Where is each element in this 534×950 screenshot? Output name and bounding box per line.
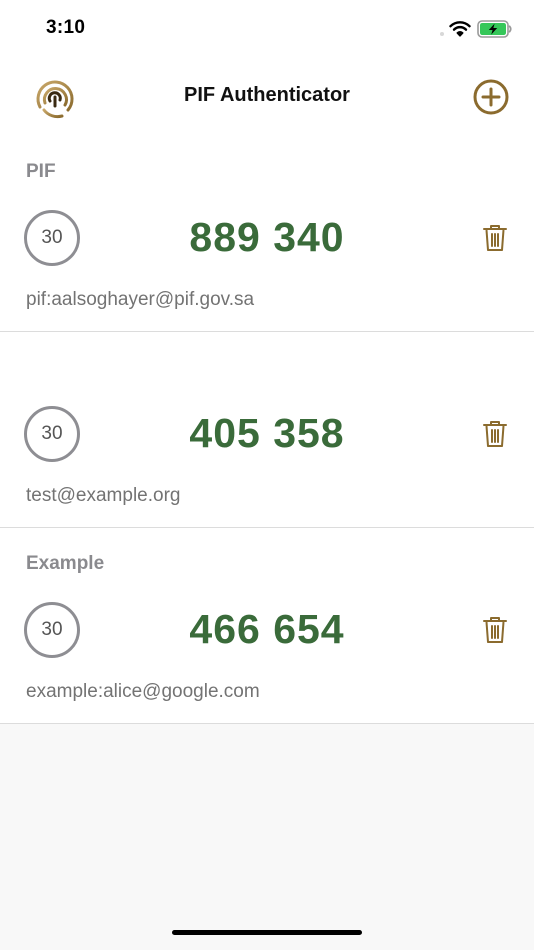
countdown-timer: 30 (24, 210, 80, 266)
account-name: test@example.org (26, 485, 181, 506)
account-name: example:alice@google.com (26, 681, 260, 702)
trash-icon[interactable] (482, 616, 508, 644)
account-row[interactable]: PIF 30 889 340 pif:aalsoghayer@pif.gov.s… (0, 136, 534, 332)
account-list: PIF 30 889 340 pif:aalsoghayer@pif.gov.s… (0, 136, 534, 724)
timer-seconds: 30 (41, 227, 63, 248)
home-indicator[interactable] (172, 930, 362, 935)
add-account-button[interactable] (472, 78, 510, 116)
navigation-bar: PIF Authenticator (0, 58, 534, 136)
timer-seconds: 30 (41, 619, 63, 640)
battery-charging-icon (477, 20, 512, 38)
wifi-icon (449, 21, 471, 37)
trash-icon[interactable] (482, 224, 508, 252)
status-bar: 3:10 (0, 0, 534, 58)
app-title: PIF Authenticator (184, 84, 350, 106)
status-dot (440, 32, 444, 36)
account-name: pif:aalsoghayer@pif.gov.sa (26, 289, 255, 310)
countdown-timer: 30 (24, 602, 80, 658)
issuer-label: Example (26, 553, 105, 574)
trash-icon[interactable] (482, 420, 508, 448)
account-row[interactable]: Example 30 466 654 example:alice@google.… (0, 528, 534, 724)
otp-code[interactable]: 889 340 (120, 210, 414, 264)
timer-seconds: 30 (41, 423, 63, 444)
otp-code[interactable]: 405 358 (120, 406, 414, 460)
account-row[interactable]: 30 405 358 test@example.org (0, 332, 534, 528)
countdown-timer: 30 (24, 406, 80, 462)
issuer-label: PIF (26, 161, 56, 182)
status-time: 3:10 (46, 17, 86, 38)
otp-code[interactable]: 466 654 (120, 602, 414, 656)
